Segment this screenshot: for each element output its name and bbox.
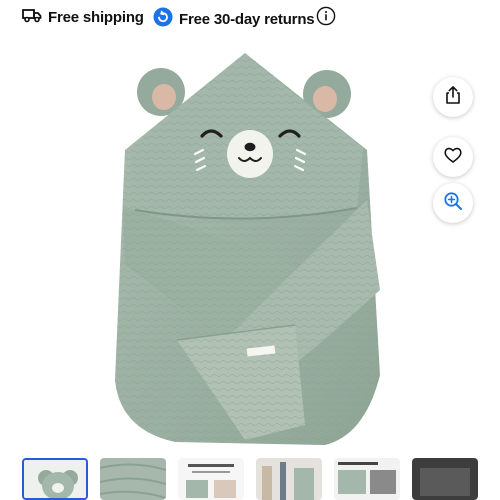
thumbnail-2[interactable] (100, 458, 166, 500)
truck-icon (22, 7, 42, 28)
thumbnail-1[interactable] (22, 458, 88, 500)
thumbnail-3[interactable] (178, 458, 244, 500)
thumbnail-6[interactable] (412, 458, 478, 500)
share-button[interactable] (433, 77, 473, 117)
product-image[interactable] (95, 50, 395, 455)
promo-bar: Free shipping Free 30-day returns (0, 0, 500, 34)
return-arrow-icon (153, 7, 173, 32)
free-returns-promo: Free 30-day returns (153, 7, 315, 32)
zoom-in-icon (443, 191, 463, 216)
zoom-button[interactable] (433, 183, 473, 223)
thumbnail-4[interactable] (256, 458, 322, 500)
heart-icon (443, 145, 463, 170)
free-shipping-label: Free shipping (48, 9, 144, 26)
thumbnail-5[interactable] (334, 458, 400, 500)
free-returns-label: Free 30-day returns (179, 11, 315, 28)
info-icon[interactable] (316, 6, 336, 26)
thumbnail-strip (0, 458, 500, 500)
share-icon (443, 85, 463, 110)
free-shipping-promo: Free shipping (22, 7, 144, 28)
favorite-button[interactable] (433, 137, 473, 177)
